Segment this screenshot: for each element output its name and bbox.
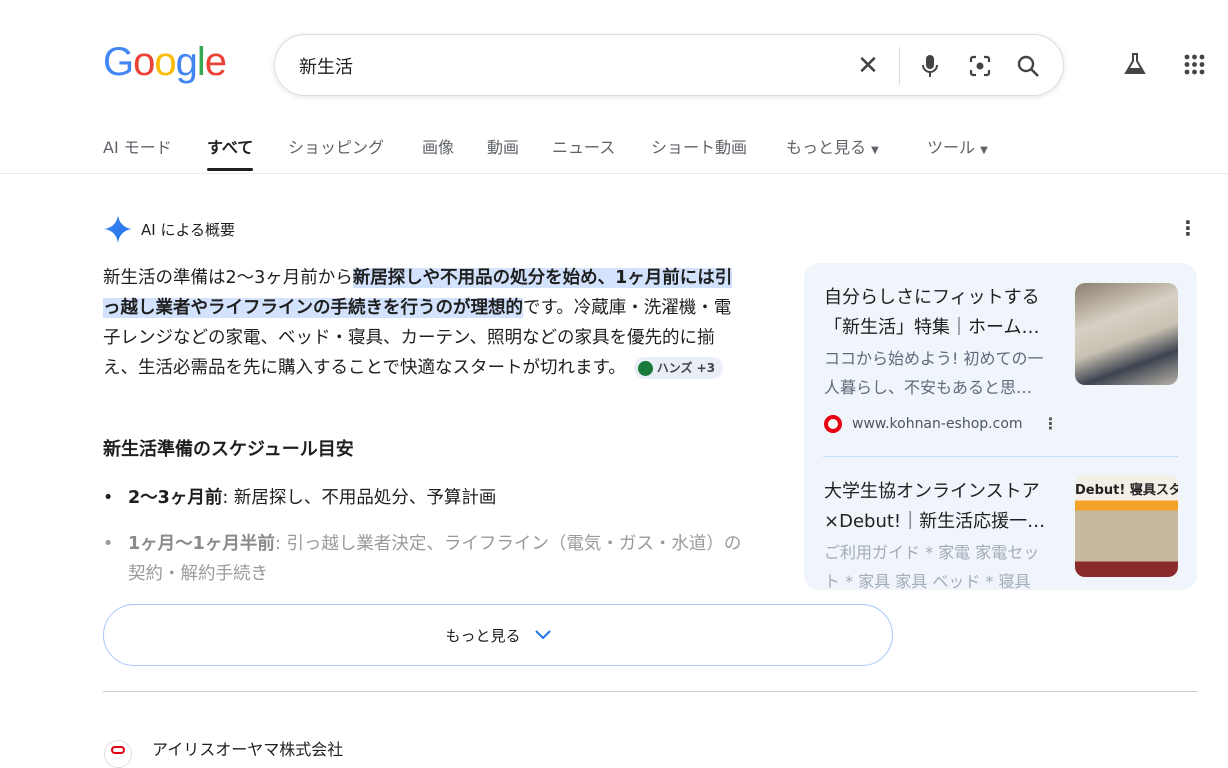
sources-panel: 自分らしさにフィットする「新生活」特集｜ホーム… ココから始めよう! 初めての一…: [804, 263, 1197, 590]
source-thumbnail[interactable]: [1075, 283, 1178, 385]
list-item-term: 1ヶ月〜1ヶ月半前: [128, 534, 275, 554]
list-item: 1ヶ月〜1ヶ月半前: 引っ越し業者決定、ライフライン（電気・ガス・水道）の契約・…: [103, 529, 743, 589]
list-item: 2〜3ヶ月前: 新居探し、不用品処分、予算計画: [103, 483, 743, 513]
dropdown-arrow-icon: ▼: [871, 145, 879, 156]
section-heading: 新生活準備のスケジュール目安: [103, 439, 354, 460]
ai-overview-title: AI による概要: [141, 220, 236, 239]
google-logo[interactable]: Google: [103, 40, 227, 85]
source-chip-label: ハンズ +3: [656, 361, 716, 375]
source-title[interactable]: 自分らしさにフィットする「新生活」特集｜ホーム…: [824, 283, 1049, 343]
tab-images[interactable]: 画像: [422, 134, 454, 158]
list-item-text: : 新居探し、不用品処分、予算計画: [222, 488, 497, 508]
more-options-icon[interactable]: ⋮: [1043, 414, 1059, 433]
divider: [899, 47, 900, 85]
tab-videos[interactable]: 動画: [487, 134, 519, 158]
show-more-button[interactable]: もっと見る: [103, 604, 893, 666]
tab-more[interactable]: もっと見る ▼: [786, 134, 879, 158]
gemini-sparkle-icon: [104, 215, 132, 243]
lens-icon[interactable]: [965, 51, 995, 81]
divider: [0, 173, 1228, 174]
tab-tools[interactable]: ツール ▼: [927, 134, 988, 158]
source-title[interactable]: 大学生協オンラインストア×Debut!｜新生活応援一…: [824, 477, 1049, 537]
search-box[interactable]: 新生活 ✕: [274, 34, 1064, 96]
source-url: www.kohnan-eshop.com: [852, 415, 1023, 432]
labs-flask-icon[interactable]: [1121, 50, 1149, 78]
show-more-label: もっと見る: [445, 626, 521, 645]
iris-ohyama-favicon-icon: [104, 740, 132, 768]
tab-ai-mode[interactable]: AI モード: [103, 134, 172, 158]
source-thumbnail[interactable]: Debut! 寝具スタイ: [1075, 475, 1178, 577]
source-description: ココから始めよう! 初めての一人暮らし、不安もあると思…: [824, 349, 1044, 397]
tab-more-label: もっと見る: [786, 138, 867, 157]
ai-overview-text: 新生活の準備は2〜3ヶ月前から新居探しや不用品の処分を始め、1ヶ月前には引っ越し…: [103, 263, 745, 383]
tab-tools-label: ツール: [927, 138, 976, 157]
search-input[interactable]: 新生活: [299, 53, 353, 79]
divider: [823, 456, 1178, 457]
hands-favicon-icon: [637, 360, 653, 376]
ai-overview-header: AI による概要: [103, 214, 235, 244]
source-card[interactable]: 大学生協オンラインストア×Debut!｜新生活応援一… ご利用ガイド * 家電 …: [824, 475, 1179, 590]
thumbnail-text: Debut! 寝具スタイ: [1075, 483, 1178, 498]
source-site: www.kohnan-eshop.com ⋮: [824, 414, 1179, 433]
search-icon[interactable]: [1013, 51, 1043, 81]
result-site-name[interactable]: アイリスオーヤマ株式会社: [152, 736, 343, 760]
clear-icon[interactable]: ✕: [853, 51, 883, 81]
schedule-list: 2〜3ヶ月前: 新居探し、不用品処分、予算計画 1ヶ月〜1ヶ月半前: 引っ越し業…: [103, 483, 743, 605]
dropdown-arrow-icon: ▼: [980, 145, 988, 156]
kohnan-favicon-icon: [824, 414, 842, 433]
more-options-icon[interactable]: ⋮: [1178, 216, 1198, 240]
microphone-icon[interactable]: [915, 51, 945, 81]
list-item-term: 2〜3ヶ月前: [128, 488, 223, 508]
source-card[interactable]: 自分らしさにフィットする「新生活」特集｜ホーム… ココから始めよう! 初めての一…: [824, 283, 1179, 433]
source-chip[interactable]: ハンズ +3: [633, 357, 724, 379]
tab-short-videos[interactable]: ショート動画: [651, 134, 747, 158]
apps-grid-icon[interactable]: [1184, 54, 1205, 79]
search-tabs: AI モード すべて ショッピング 画像 動画 ニュース ショート動画 もっと見…: [103, 134, 1228, 174]
tab-news[interactable]: ニュース: [552, 134, 615, 158]
text: 新生活の準備は2〜3ヶ月前から: [103, 268, 353, 288]
tab-all[interactable]: すべて: [207, 134, 254, 171]
chevron-down-icon: [534, 630, 551, 640]
divider: [103, 691, 1197, 692]
tab-shopping[interactable]: ショッピング: [288, 134, 384, 158]
source-description: ご利用ガイド * 家電 家電セット * 家具 家具 ベッド * 寝具 …: [824, 543, 1040, 590]
